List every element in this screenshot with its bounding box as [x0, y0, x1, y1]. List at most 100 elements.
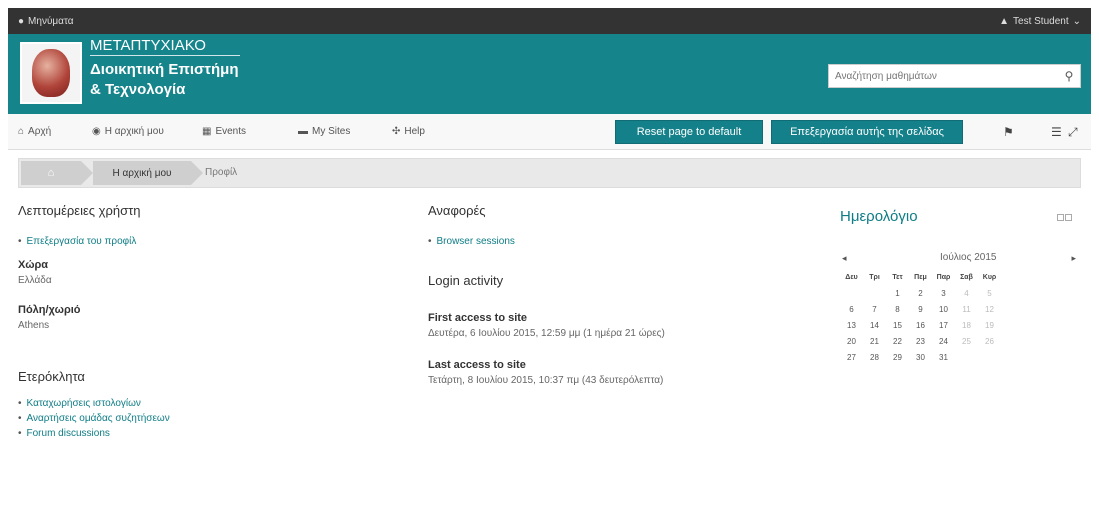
calendar-day[interactable]: 3: [932, 286, 955, 302]
last-access-value: Τετάρτη, 8 Ιουλίου 2015, 10:37 πμ (43 δε…: [428, 375, 664, 386]
nav-events[interactable]: ▦ Events: [202, 126, 246, 137]
calendar-day[interactable]: 22: [886, 334, 909, 350]
calendar-day: [955, 350, 978, 366]
calendar-day[interactable]: 9: [909, 302, 932, 318]
calendar-day[interactable]: 7: [863, 302, 886, 318]
calendar-day[interactable]: 23: [909, 334, 932, 350]
title-divider: [90, 55, 240, 56]
nav-my-sites[interactable]: ▬ My Sites: [298, 126, 350, 137]
search-icon[interactable]: ⚲: [1058, 65, 1080, 87]
blog-entries-link[interactable]: Καταχωρήσεις ιστολογίων: [27, 398, 141, 409]
calendar-week: 6 7 8 9 10 11 12: [840, 302, 1080, 318]
calendar-day[interactable]: 21: [863, 334, 886, 350]
calendar-day[interactable]: 29: [886, 350, 909, 366]
calendar-day[interactable]: 20: [840, 334, 863, 350]
calendar-day[interactable]: 30: [909, 350, 932, 366]
sites-icon: ▬: [298, 126, 308, 137]
city-value: Athens: [18, 320, 50, 331]
chat-icon: ●: [18, 15, 25, 27]
breadcrumb-my-home[interactable]: Η αρχική μου: [93, 161, 203, 185]
calendar-day: [978, 350, 1001, 366]
breadcrumb-home[interactable]: ⌂: [21, 161, 93, 185]
list-item: Καταχωρήσεις ιστολογίων: [18, 398, 398, 409]
site-title[interactable]: Διοικητική Επιστήμη & Τεχνολογία: [90, 60, 238, 100]
weekday-thu: Πεμ: [914, 274, 927, 281]
edit-page-button[interactable]: Επεξεργασία αυτής της σελίδας: [771, 120, 963, 144]
calendar-day[interactable]: 10: [932, 302, 955, 318]
calendar-day[interactable]: 4: [955, 286, 978, 302]
home-icon: ⌂: [18, 126, 25, 137]
user-icon: ▲: [999, 15, 1010, 27]
course-search-input[interactable]: [829, 65, 1058, 87]
dashboard-icon: ◉: [92, 126, 101, 137]
city-label: Πόλη/χωριό: [18, 304, 81, 316]
dock-icon[interactable]: [1057, 214, 1064, 221]
country-value: Ελλάδα: [18, 275, 52, 286]
user-menu[interactable]: ▲ Test Student ⌄: [999, 16, 1081, 27]
user-details-title: Λεπτομέρειες χρήστη: [18, 203, 141, 218]
site-logo[interactable]: [20, 42, 82, 104]
hide-icon[interactable]: [1065, 214, 1072, 221]
messages-menu[interactable]: ● Μηνύματα: [18, 16, 74, 27]
calendar-day[interactable]: 5: [978, 286, 1001, 302]
previous-month-arrow[interactable]: ◂: [842, 253, 847, 264]
main-navbar: ⌂ Αρχή ◉ Η αρχική μου ▦ Events ▬ My Site…: [8, 114, 1091, 150]
calendar-day[interactable]: 19: [978, 318, 1001, 334]
calendar-day: [840, 286, 863, 302]
calendar-grid: Δευ Τρι Τετ Πεμ Παρ Σαβ Κυρ 1 2 3 4 5 6 …: [840, 270, 1080, 366]
top-bar: ● Μηνύματα ▲ Test Student ⌄: [8, 8, 1091, 34]
calendar-day[interactable]: 6: [840, 302, 863, 318]
site-header: ΜΕΤΑΠΤΥΧΙΑΚΟ Διοικητική Επιστήμη & Τεχνο…: [8, 34, 1091, 114]
block-actions[interactable]: [1057, 214, 1072, 221]
calendar-week: 13 14 15 16 17 18 19: [840, 318, 1080, 334]
expand-icon[interactable]: ⤢: [1068, 125, 1078, 140]
calendar-day[interactable]: 13: [840, 318, 863, 334]
first-access-label: First access to site: [428, 312, 528, 324]
nav-my-home[interactable]: ◉ Η αρχική μου: [92, 126, 164, 137]
misc-title: Ετερόκλητα: [18, 369, 85, 384]
calendar-week: 1 2 3 4 5: [840, 286, 1080, 302]
calendar-block: Ημερολόγιο ◂ Ιούλιος 2015 ▸ Δευ Τρι Τετ …: [840, 208, 1080, 362]
chevron-down-icon: ⌄: [1072, 15, 1081, 27]
edit-profile-link[interactable]: Επεξεργασία του προφίλ: [27, 236, 137, 247]
nav-help[interactable]: ✣ Help: [392, 126, 425, 137]
next-month-arrow[interactable]: ▸: [1071, 253, 1076, 264]
calendar-day[interactable]: 26: [978, 334, 1001, 350]
nav-my-sites-label: My Sites: [312, 126, 351, 137]
calendar-day[interactable]: 11: [955, 302, 978, 318]
calendar-day[interactable]: 24: [932, 334, 955, 350]
nav-my-home-label: Η αρχική μου: [104, 126, 164, 137]
list-item: Αναρτήσεις ομάδας συζητήσεων: [18, 413, 398, 424]
weekday-row: Δευ Τρι Τετ Πεμ Παρ Σαβ Κυρ: [840, 270, 1080, 286]
calendar-day[interactable]: 15: [886, 318, 909, 334]
nav-home[interactable]: ⌂ Αρχή: [18, 126, 51, 137]
calendar-day[interactable]: 12: [978, 302, 1001, 318]
nav-home-label: Αρχή: [28, 126, 52, 137]
weekday-wed: Τετ: [892, 274, 903, 281]
calendar-day[interactable]: 27: [840, 350, 863, 366]
forum-discussions-link[interactable]: Forum discussions: [27, 428, 110, 439]
browser-sessions-link[interactable]: Browser sessions: [437, 236, 515, 247]
calendar-day[interactable]: 18: [955, 318, 978, 334]
forum-posts-link[interactable]: Αναρτήσεις ομάδας συζητήσεων: [27, 413, 170, 424]
calendar-day[interactable]: 25: [955, 334, 978, 350]
country-label: Χώρα: [18, 259, 49, 271]
calendar-day[interactable]: 17: [932, 318, 955, 334]
misc-links: Καταχωρήσεις ιστολογίων Αναρτήσεις ομάδα…: [18, 398, 398, 439]
flag-icon[interactable]: ⚑: [1003, 125, 1014, 139]
reset-page-button[interactable]: Reset page to default: [615, 120, 763, 144]
weekday-sat: Σαβ: [960, 274, 973, 281]
nav-help-label: Help: [404, 126, 425, 137]
calendar-day[interactable]: 1: [886, 286, 909, 302]
calendar-day[interactable]: 2: [909, 286, 932, 302]
login-activity-title: Login activity: [428, 273, 504, 288]
user-name: Test Student: [1013, 15, 1069, 27]
list-icon[interactable]: ☰: [1051, 125, 1062, 139]
calendar-day[interactable]: 28: [863, 350, 886, 366]
calendar-day[interactable]: 8: [886, 302, 909, 318]
user-details-section: Λεπτομέρειες χρήστη Επεξεργασία του προφ…: [18, 203, 398, 439]
calendar-month[interactable]: Ιούλιος 2015: [940, 252, 996, 263]
calendar-day[interactable]: 14: [863, 318, 886, 334]
calendar-day[interactable]: 31: [932, 350, 955, 366]
calendar-day[interactable]: 16: [909, 318, 932, 334]
